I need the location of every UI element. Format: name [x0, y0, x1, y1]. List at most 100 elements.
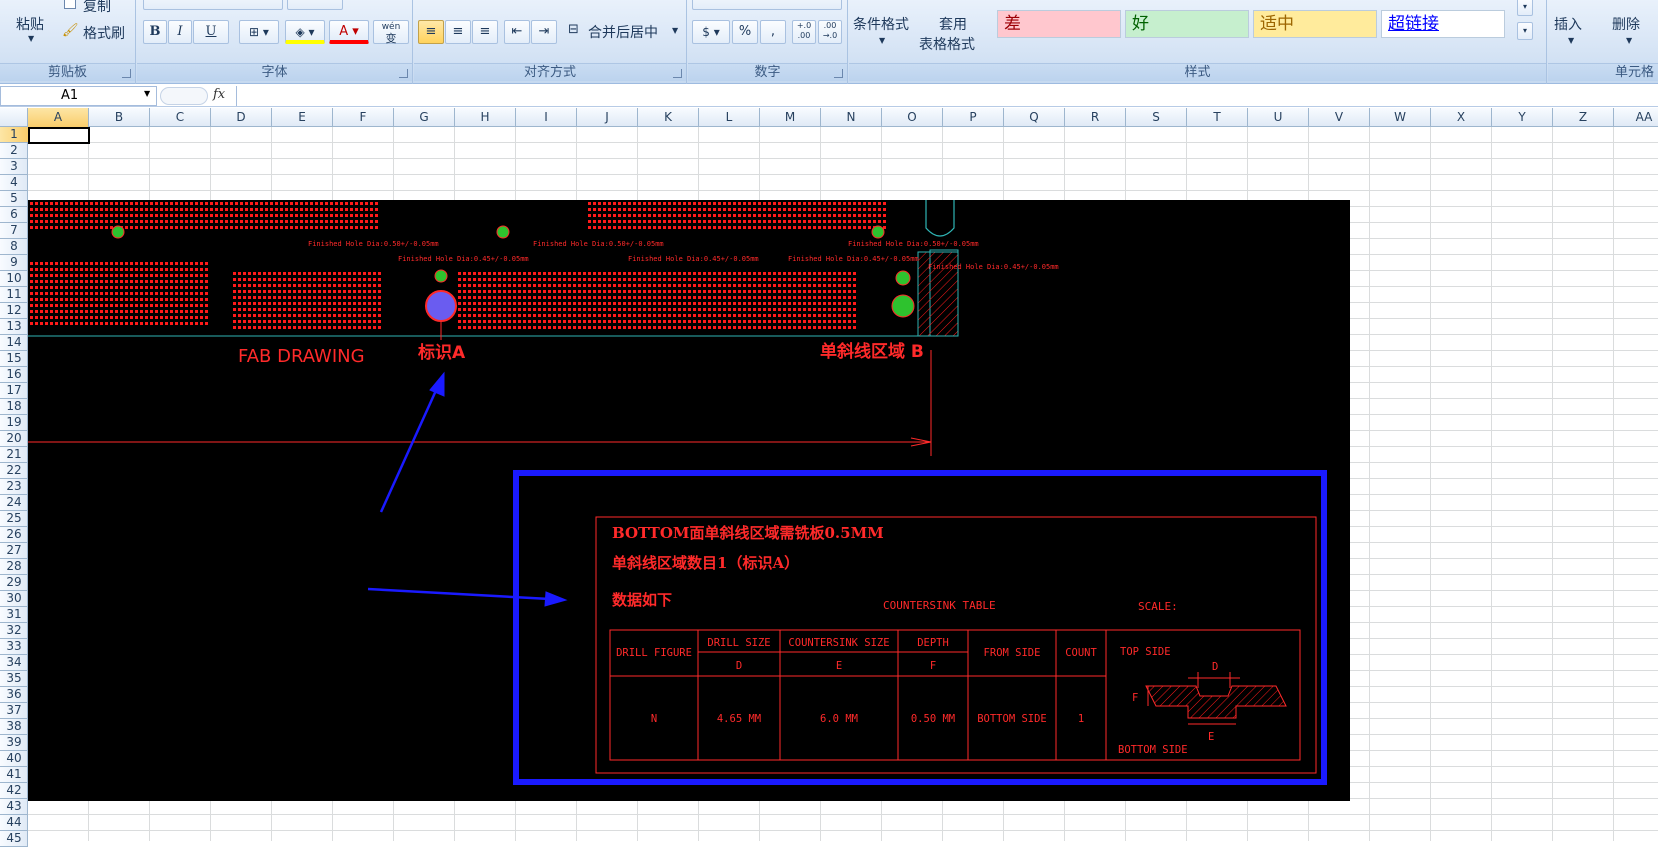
- increase-decimal-button[interactable]: +.0 .00: [792, 20, 816, 44]
- column-header-v[interactable]: V: [1309, 108, 1370, 127]
- insert-function-icon[interactable]: fx: [213, 87, 225, 102]
- row-header-34[interactable]: 34: [0, 655, 28, 671]
- row-header-44[interactable]: 44: [0, 815, 28, 831]
- row-header-30[interactable]: 30: [0, 591, 28, 607]
- row-header-9[interactable]: 9: [0, 255, 28, 271]
- row-header-12[interactable]: 12: [0, 303, 28, 319]
- row-header-42[interactable]: 42: [0, 783, 28, 799]
- column-header-p[interactable]: P: [943, 108, 1004, 127]
- bold-button[interactable]: B: [143, 20, 167, 44]
- column-header-q[interactable]: Q: [1004, 108, 1065, 127]
- select-all-corner[interactable]: [0, 108, 28, 127]
- row-header-35[interactable]: 35: [0, 671, 28, 687]
- row-header-31[interactable]: 31: [0, 607, 28, 623]
- row-header-21[interactable]: 21: [0, 447, 28, 463]
- row-header-36[interactable]: 36: [0, 687, 28, 703]
- row-header-29[interactable]: 29: [0, 575, 28, 591]
- column-header-f[interactable]: F: [333, 108, 394, 127]
- row-header-2[interactable]: 2: [0, 143, 28, 159]
- decrease-indent-button[interactable]: ⇤: [504, 20, 530, 44]
- row-header-20[interactable]: 20: [0, 431, 28, 447]
- increase-indent-button[interactable]: ⇥: [531, 20, 557, 44]
- row-header-3[interactable]: 3: [0, 159, 28, 175]
- percent-button[interactable]: %: [732, 20, 758, 44]
- row-header-14[interactable]: 14: [0, 335, 28, 351]
- column-header-r[interactable]: R: [1065, 108, 1126, 127]
- paste-button[interactable]: 粘贴: [16, 14, 44, 34]
- row-header-45[interactable]: 45: [0, 831, 28, 847]
- name-box-dropdown-icon[interactable]: ▼: [144, 89, 150, 98]
- row-header-41[interactable]: 41: [0, 767, 28, 783]
- row-header-37[interactable]: 37: [0, 703, 28, 719]
- font-color-button[interactable]: A ▾: [329, 20, 369, 44]
- copy-button[interactable]: 复制: [83, 0, 111, 16]
- column-header-x[interactable]: X: [1431, 108, 1492, 127]
- italic-button[interactable]: I: [168, 20, 192, 44]
- alignment-launcher-icon[interactable]: [673, 69, 682, 78]
- insert-dropdown-icon[interactable]: ▼: [1568, 36, 1574, 45]
- style-bad[interactable]: 差: [997, 10, 1121, 38]
- row-header-38[interactable]: 38: [0, 719, 28, 735]
- font-launcher-icon[interactable]: [399, 69, 408, 78]
- column-header-e[interactable]: E: [272, 108, 333, 127]
- font-size-box[interactable]: [287, 0, 343, 10]
- column-header-u[interactable]: U: [1248, 108, 1309, 127]
- row-header-15[interactable]: 15: [0, 351, 28, 367]
- style-good[interactable]: 好: [1125, 10, 1249, 38]
- style-hyperlink[interactable]: 超链接: [1381, 10, 1505, 38]
- row-header-7[interactable]: 7: [0, 223, 28, 239]
- column-header-aa[interactable]: AA: [1614, 108, 1658, 127]
- comma-button[interactable]: ,: [760, 20, 786, 44]
- column-header-h[interactable]: H: [455, 108, 516, 127]
- row-header-33[interactable]: 33: [0, 639, 28, 655]
- name-box[interactable]: A1: [0, 86, 157, 106]
- row-header-43[interactable]: 43: [0, 799, 28, 815]
- active-cell-a1[interactable]: [28, 127, 90, 144]
- align-right-button[interactable]: ≡: [472, 20, 498, 44]
- borders-button[interactable]: ⊞ ▾: [239, 20, 279, 44]
- row-header-27[interactable]: 27: [0, 543, 28, 559]
- row-header-32[interactable]: 32: [0, 623, 28, 639]
- merge-center-button[interactable]: 合并后居中: [588, 22, 658, 42]
- row-header-17[interactable]: 17: [0, 383, 28, 399]
- column-header-a[interactable]: A: [28, 108, 89, 127]
- delete-dropdown-icon[interactable]: ▼: [1626, 36, 1632, 45]
- conditional-format-button[interactable]: 条件格式: [853, 14, 909, 34]
- table-format-button-line1[interactable]: 套用: [939, 14, 967, 34]
- number-launcher-icon[interactable]: [834, 69, 843, 78]
- column-header-s[interactable]: S: [1126, 108, 1187, 127]
- row-header-39[interactable]: 39: [0, 735, 28, 751]
- row-header-13[interactable]: 13: [0, 319, 28, 335]
- style-neutral[interactable]: 适中: [1253, 10, 1377, 38]
- decrease-decimal-button[interactable]: .00 →.0: [818, 20, 842, 44]
- row-header-10[interactable]: 10: [0, 271, 28, 287]
- formula-input[interactable]: [236, 86, 1658, 106]
- row-header-1[interactable]: 1: [0, 127, 28, 143]
- row-header-16[interactable]: 16: [0, 367, 28, 383]
- row-header-4[interactable]: 4: [0, 175, 28, 191]
- insert-button[interactable]: 插入: [1554, 14, 1582, 34]
- conditional-dropdown-icon[interactable]: ▼: [879, 36, 885, 45]
- embedded-cad-image[interactable]: Finished Hole Dia:0.50+/-0.05mm Finished…: [28, 200, 1350, 801]
- column-header-z[interactable]: Z: [1553, 108, 1614, 127]
- row-header-5[interactable]: 5: [0, 191, 28, 207]
- column-header-y[interactable]: Y: [1492, 108, 1553, 127]
- underline-button[interactable]: U: [193, 20, 229, 44]
- paste-dropdown-icon[interactable]: ▼: [28, 34, 34, 43]
- clipboard-launcher-icon[interactable]: [122, 69, 131, 78]
- phonetic-button[interactable]: wén 变: [373, 20, 409, 44]
- currency-button[interactable]: $ ▾: [692, 20, 730, 44]
- column-header-o[interactable]: O: [882, 108, 943, 127]
- align-left-button[interactable]: ≡: [418, 20, 444, 44]
- font-name-box[interactable]: [143, 0, 283, 10]
- number-format-box[interactable]: [692, 0, 842, 10]
- row-header-8[interactable]: 8: [0, 239, 28, 255]
- delete-button[interactable]: 删除: [1612, 14, 1640, 34]
- table-format-button-line2[interactable]: 表格格式: [919, 34, 975, 54]
- row-header-6[interactable]: 6: [0, 207, 28, 223]
- column-header-l[interactable]: L: [699, 108, 760, 127]
- column-header-i[interactable]: I: [516, 108, 577, 127]
- format-painter-button[interactable]: 格式刷: [83, 23, 125, 43]
- row-header-28[interactable]: 28: [0, 559, 28, 575]
- row-header-11[interactable]: 11: [0, 287, 28, 303]
